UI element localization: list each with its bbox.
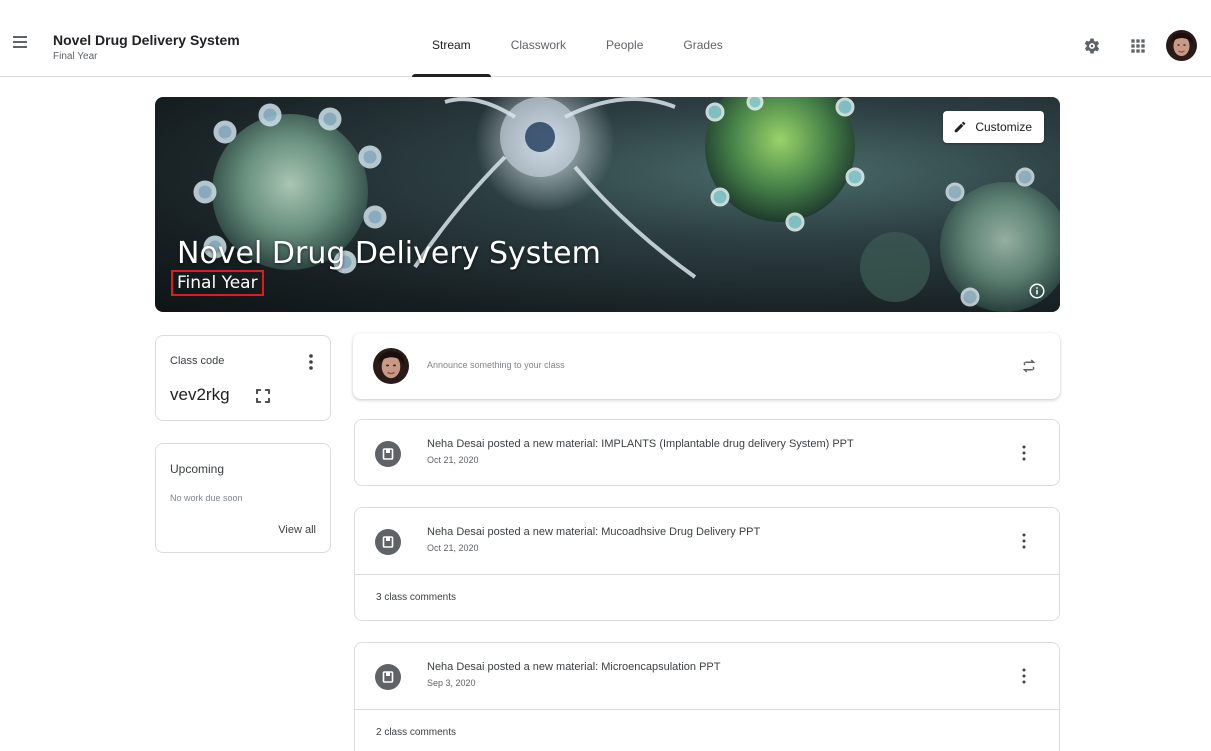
menu-icon[interactable] — [10, 33, 30, 49]
fullscreen-icon[interactable] — [256, 389, 270, 403]
announce-input[interactable]: Announce something to your class — [427, 360, 565, 370]
edit-icon — [955, 121, 966, 133]
post-title: Neha Desai posted a new material: Microe… — [427, 661, 721, 673]
material-icon — [375, 529, 401, 555]
more-vert-icon[interactable] — [1021, 444, 1027, 462]
divider — [355, 574, 1059, 575]
post-header[interactable]: Neha Desai posted a new material: Microe… — [355, 643, 1059, 709]
post-header[interactable]: Neha Desai posted a new material: Mucoad… — [355, 508, 1059, 574]
upcoming-empty-text: No work due soon — [170, 493, 243, 503]
class-comments-link[interactable]: 3 class comments — [376, 592, 456, 603]
customize-button[interactable]: Customize — [943, 111, 1044, 143]
stream-post[interactable]: Neha Desai posted a new material: Mucoad… — [354, 507, 1060, 621]
class-code-label: Class code — [170, 355, 225, 367]
gear-icon[interactable] — [1082, 36, 1102, 56]
class-name-title[interactable]: Novel Drug Delivery System — [53, 32, 240, 48]
material-icon — [375, 441, 401, 467]
tab-people[interactable]: People — [586, 0, 663, 77]
divider — [355, 709, 1059, 710]
class-section-subtitle: Final Year — [53, 51, 98, 62]
stream-post[interactable]: Neha Desai posted a new material: Microe… — [354, 642, 1060, 751]
avatar — [373, 348, 409, 384]
post-date: Oct 21, 2020 — [427, 455, 479, 465]
announce-box[interactable]: Announce something to your class — [353, 333, 1060, 399]
account-avatar[interactable] — [1166, 30, 1197, 61]
banner-class-title: Novel Drug Delivery System — [177, 236, 601, 271]
banner-class-section: Final Year — [171, 270, 264, 296]
customize-label: Customize — [975, 120, 1032, 134]
more-vert-icon[interactable] — [306, 353, 316, 371]
repost-icon[interactable] — [1020, 357, 1038, 375]
post-title: Neha Desai posted a new material: IMPLAN… — [427, 438, 854, 450]
more-vert-icon[interactable] — [1021, 532, 1027, 550]
post-date: Sep 3, 2020 — [427, 678, 476, 688]
tab-grades[interactable]: Grades — [663, 0, 742, 77]
tab-bar: Stream Classwork People Grades — [412, 0, 743, 77]
top-app-bar: Novel Drug Delivery System Final Year St… — [0, 0, 1211, 77]
class-code-card: Class code vev2rkg — [155, 335, 331, 421]
class-comments-link[interactable]: 2 class comments — [376, 727, 456, 738]
post-date: Oct 21, 2020 — [427, 543, 479, 553]
post-title: Neha Desai posted a new material: Mucoad… — [427, 526, 761, 538]
tab-classwork[interactable]: Classwork — [491, 0, 586, 77]
upcoming-title: Upcoming — [170, 462, 225, 476]
class-banner: Novel Drug Delivery System Final Year Cu… — [155, 97, 1060, 312]
more-vert-icon[interactable] — [1021, 667, 1027, 685]
stream-post[interactable]: Neha Desai posted a new material: IMPLAN… — [354, 419, 1060, 486]
tab-stream[interactable]: Stream — [412, 0, 491, 77]
info-icon[interactable] — [1028, 282, 1046, 300]
virus-banner-illustration — [193, 97, 1060, 312]
material-icon — [375, 664, 401, 690]
post-header[interactable]: Neha Desai posted a new material: IMPLAN… — [355, 420, 1059, 486]
upcoming-card: Upcoming No work due soon View all — [155, 443, 331, 553]
apps-icon[interactable] — [1128, 36, 1148, 56]
class-code-value: vev2rkg — [170, 385, 230, 404]
view-all-link[interactable]: View all — [278, 524, 316, 536]
